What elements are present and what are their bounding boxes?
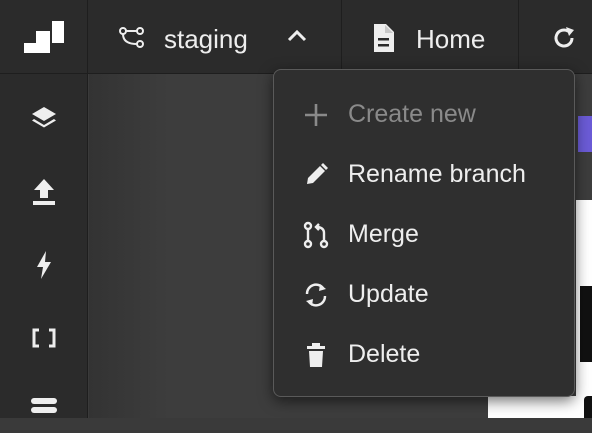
canvas-preview-glyph xyxy=(580,286,592,362)
branch-name: staging xyxy=(164,24,248,54)
chevron-up-icon[interactable] xyxy=(287,29,307,43)
top-bar: staging Home xyxy=(0,0,592,74)
menu-item-update[interactable]: Update xyxy=(274,264,574,324)
menu-item-label: Update xyxy=(348,280,429,308)
page-selector[interactable]: Home xyxy=(343,0,519,73)
trash-icon xyxy=(307,343,325,367)
menu-item-label: Delete xyxy=(348,340,421,368)
menu-item-label: Rename branch xyxy=(348,160,526,188)
branch-icon xyxy=(119,27,144,48)
canvas-preview-bottom xyxy=(488,396,592,418)
logo-button[interactable] xyxy=(0,0,88,73)
menu-item-delete[interactable]: Delete xyxy=(274,324,574,384)
sidebar-item-actions[interactable] xyxy=(28,249,60,281)
brackets-icon xyxy=(32,328,56,348)
branch-menu: Create new Rename branch Merge Update De… xyxy=(273,69,575,397)
menu-item-rename-branch[interactable]: Rename branch xyxy=(274,144,574,204)
menu-item-merge[interactable]: Merge xyxy=(274,204,574,264)
sidebar-item-database[interactable] xyxy=(28,396,60,428)
sidebar-item-publish[interactable] xyxy=(28,176,60,208)
plus-icon xyxy=(305,104,327,126)
canvas-accent-strip xyxy=(578,116,592,152)
sidebar-item-layers[interactable] xyxy=(28,102,60,134)
left-sidebar xyxy=(0,74,88,418)
lightning-icon xyxy=(37,251,51,279)
database-icon xyxy=(31,398,57,413)
brand-logo-icon xyxy=(24,21,64,53)
pencil-icon xyxy=(307,163,328,184)
merge-icon xyxy=(303,221,329,249)
sidebar-item-code[interactable] xyxy=(28,322,60,354)
document-icon xyxy=(374,24,394,52)
refresh-button[interactable] xyxy=(520,0,592,73)
menu-item-label: Merge xyxy=(348,220,419,248)
canvas-preview-glyph-bottom xyxy=(584,396,592,418)
layers-icon xyxy=(32,107,56,128)
menu-item-label: Create new xyxy=(348,100,476,128)
page-label: Home xyxy=(416,24,486,54)
branch-selector[interactable]: staging xyxy=(89,0,342,73)
upload-icon xyxy=(33,179,55,205)
refresh-icon xyxy=(554,27,574,48)
menu-item-create-new: Create new xyxy=(274,84,574,144)
sync-icon xyxy=(305,283,327,307)
